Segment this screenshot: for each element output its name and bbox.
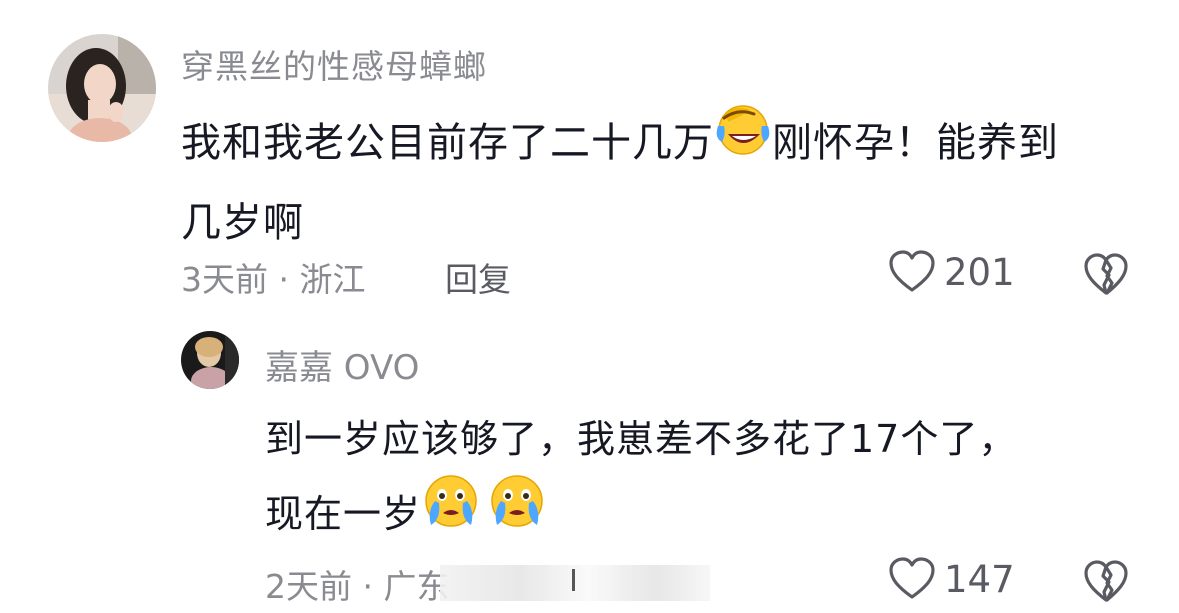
like-count: 147 — [944, 557, 1015, 601]
username[interactable]: 嘉嘉 OVO — [265, 340, 419, 389]
reply-text-line: 到一岁应该够了，我崽差不多花了17个了， — [265, 417, 1018, 461]
dislike-button[interactable] — [1083, 560, 1129, 608]
comment-timestamp-location: 3天前 · 浙江 — [181, 260, 366, 299]
reply-text-segment: 现在一岁 — [265, 492, 422, 536]
comment-text-segment: 我和我老公目前存了二十几万 — [181, 120, 714, 166]
comment-text-line: 我和我老公目前存了二十几万 刚怀孕！能养到 — [181, 104, 1059, 186]
broken-heart-icon — [1084, 253, 1128, 295]
reply-text-line: 现在一岁 — [265, 475, 1017, 558]
avatar-image — [181, 331, 239, 389]
avatar[interactable] — [48, 34, 156, 142]
like-button[interactable]: 147 — [888, 557, 1015, 601]
text-cursor — [572, 569, 575, 591]
crying-face-icon — [421, 471, 481, 554]
comment-text-line: 几岁啊 — [181, 200, 304, 246]
comment-text: 我和我老公目前存了二十几万 刚怀孕！能养到 几岁啊 — [181, 104, 1059, 260]
username[interactable]: 穿黑丝的性感母蟑螂 — [181, 40, 487, 88]
reply-text: 到一岁应该够了，我崽差不多花了17个了， 现在一岁 — [265, 403, 1017, 558]
like-count: 201 — [944, 250, 1015, 294]
redacted-area — [440, 565, 710, 601]
reply-button[interactable]: 回复 — [445, 253, 511, 301]
dislike-button[interactable] — [1083, 253, 1129, 301]
comment-text-segment: 刚怀孕！能养到 — [772, 120, 1059, 166]
reply-timestamp-location: 2天前 · 广东 — [265, 567, 450, 606]
heart-icon — [889, 250, 935, 292]
avatar-image — [48, 34, 156, 142]
broken-heart-icon — [1084, 560, 1128, 602]
heart-icon — [889, 557, 935, 599]
laughing-crying-face-icon — [714, 100, 772, 182]
crying-face-icon — [487, 471, 547, 554]
avatar[interactable] — [181, 331, 239, 389]
like-button[interactable]: 201 — [888, 250, 1015, 294]
